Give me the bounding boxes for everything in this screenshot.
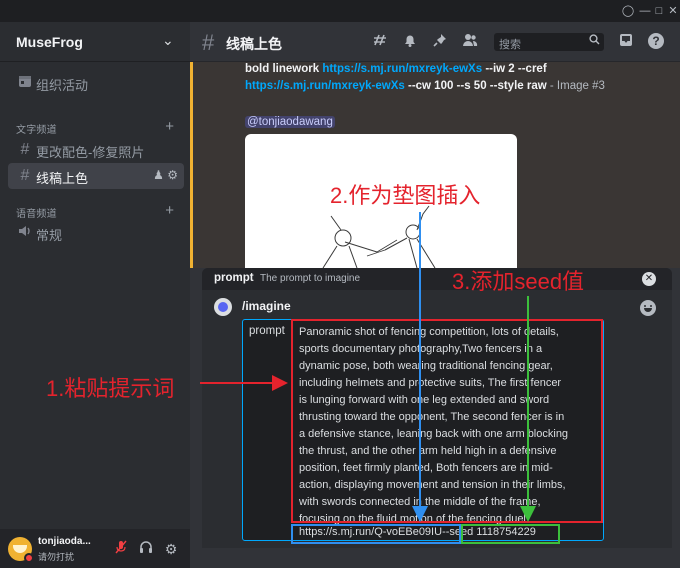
user-name: tonjiaoda... [38, 536, 91, 547]
members-icon[interactable] [460, 32, 480, 52]
option-hint-bar: prompt The prompt to imagine ✕ [202, 268, 672, 290]
command-name: /imagine [242, 299, 291, 313]
hash-icon: # [20, 141, 30, 158]
message-params: --cw 100 --s 50 --style raw [407, 80, 547, 92]
category-voice-channels[interactable]: 语音频道 + [8, 202, 184, 220]
search-placeholder: 搜索 [499, 39, 521, 51]
svg-text:?: ? [652, 34, 659, 48]
search-icon [589, 34, 600, 48]
category-label: 文字频道 [16, 125, 57, 136]
plus-icon[interactable]: + [165, 202, 174, 219]
gear-icon[interactable]: ⚙ [167, 168, 178, 182]
message-text: bold linework [245, 63, 320, 75]
user-mention[interactable]: @tonjiaodawang [245, 116, 335, 128]
category-text-channels[interactable]: 文字频道 + [8, 118, 184, 136]
sidebar-item-channel-recolor[interactable]: # 更改配色-修复照片 [8, 137, 184, 163]
mic-muted-icon[interactable] [112, 540, 130, 558]
option-title: prompt [214, 272, 254, 284]
calendar-icon [16, 74, 34, 92]
emoji-icon[interactable] [640, 300, 656, 316]
window-titlebar: ◯ — □ ✕ [0, 0, 680, 22]
message-suffix: - Image #3 [549, 80, 605, 92]
annotation-insert-image: 2.作为垫图插入 [330, 183, 481, 208]
sidebar-item-channel-lineart[interactable]: # 线稿上色 ♟ ⚙ [8, 163, 184, 189]
message-bubble: bold linework https://s.mj.run/mxreyk-ew… [193, 62, 680, 269]
inbox-icon[interactable] [616, 32, 636, 52]
close-icon[interactable]: ✕ [642, 272, 656, 286]
message-line-1: bold linework https://s.mj.run/mxreyk-ew… [245, 63, 547, 75]
hash-icon: # [20, 167, 30, 184]
category-label: 语音频道 [16, 209, 57, 220]
annotation-prompt-box [291, 319, 603, 523]
channel-tools: ♟ ⚙ [153, 168, 178, 182]
annotation-image-url-box [291, 524, 461, 544]
chevron-down-icon[interactable]: ⌄ [162, 32, 174, 49]
annotation-add-seed: 3.添加seed值 [452, 269, 585, 294]
channel-header: # 线稿上色 搜索 ? [190, 22, 680, 62]
sidebar-item-events[interactable]: 组织活动 [8, 70, 184, 96]
help-circle-icon[interactable]: ◯ [620, 3, 636, 19]
user-status: 请勿打扰 [38, 552, 75, 562]
sidebar-item-voice-general[interactable]: 常规 [8, 220, 184, 246]
dnd-status-icon [24, 553, 34, 563]
option-label: prompt [249, 325, 285, 337]
hash-icon: # [202, 30, 215, 55]
channel-label: 线稿上色 [36, 171, 89, 186]
plus-icon[interactable]: + [165, 118, 174, 135]
message-link[interactable]: https://s.mj.run/mxreyk-ewXs [322, 63, 482, 75]
server-header[interactable]: MuseFrog ⌄ [0, 22, 190, 62]
channel-title: 线稿上色 [226, 36, 282, 52]
message-link[interactable]: https://s.mj.run/mxreyk-ewXs [245, 80, 405, 92]
settings-gear-icon[interactable]: ⚙ [162, 540, 180, 558]
annotation-seed-box [461, 524, 560, 544]
message-params: --iw 2 --cref [485, 63, 547, 75]
speaker-icon [16, 224, 34, 242]
bot-avatar-icon [214, 298, 232, 316]
threads-icon[interactable] [370, 32, 390, 52]
channel-sidebar: MuseFrog ⌄ 组织活动 文字频道 + # 更改配色-修复照片 # 线稿上… [0, 22, 190, 568]
pin-icon[interactable] [430, 32, 450, 52]
close-icon[interactable]: ✕ [665, 3, 680, 19]
annotation-paste-prompt: 1.粘贴提示词 [46, 376, 175, 401]
message-line-2: https://s.mj.run/mxreyk-ewXs --cw 100 --… [245, 80, 605, 92]
help-icon[interactable]: ? [646, 32, 666, 52]
bell-icon[interactable] [400, 32, 420, 52]
option-description: The prompt to imagine [260, 273, 361, 284]
invite-icon[interactable]: ♟ [153, 168, 164, 182]
server-name: MuseFrog [16, 34, 83, 50]
headphones-icon[interactable] [137, 540, 155, 558]
channel-label: 更改配色-修复照片 [36, 145, 145, 160]
search-input[interactable]: 搜索 [494, 33, 604, 51]
user-panel: tonjiaoda... 请勿打扰 ⚙ [0, 529, 190, 568]
sidebar-item-label: 组织活动 [36, 78, 89, 93]
channel-label: 常规 [36, 228, 63, 243]
